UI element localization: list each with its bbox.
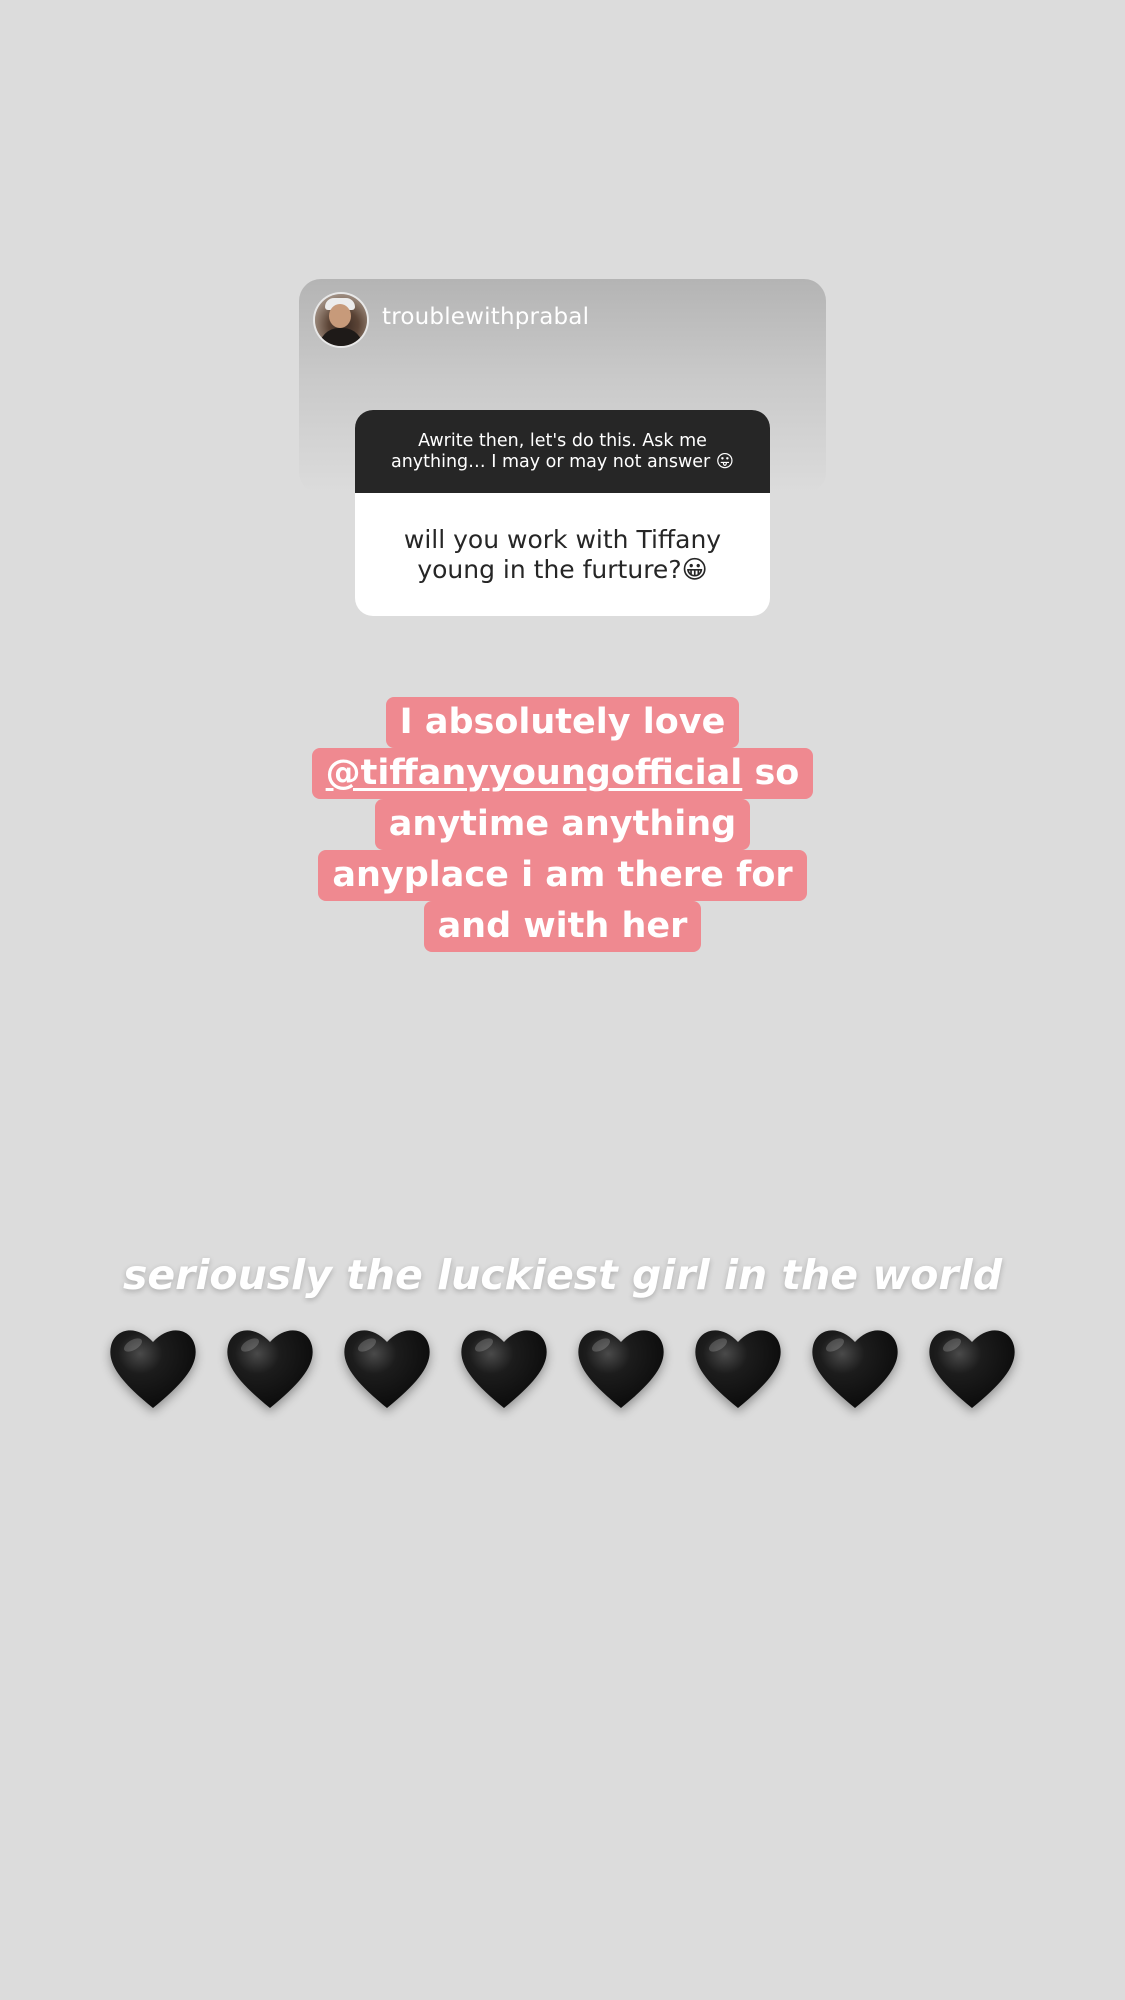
black-heart-icon	[103, 1318, 203, 1418]
reply-line-5: and with her	[0, 901, 1125, 952]
black-heart-icon	[805, 1318, 905, 1418]
reply-line-4-text: anyplace i am there for	[318, 850, 807, 901]
black-heart-icon	[922, 1318, 1022, 1418]
question-prompt: Awrite then, let's do this. Ask me anyth…	[355, 410, 770, 493]
avatar[interactable]	[315, 294, 367, 346]
black-heart-icon	[688, 1318, 788, 1418]
reply-line-1: I absolutely love	[0, 697, 1125, 748]
reply-line-2-text: so	[754, 753, 800, 793]
avatar-face	[329, 304, 351, 328]
question-answer: will you work with Tiffany young in the …	[403, 524, 722, 584]
reply-line-3-text: anytime anything	[374, 799, 751, 850]
reply-line-5-text: and with her	[423, 901, 702, 952]
mention-link[interactable]: @tiffanyyoungofficial	[326, 753, 743, 793]
reply-line-3: anytime anything	[0, 799, 1125, 850]
black-heart-icon	[571, 1318, 671, 1418]
hearts-row	[0, 1318, 1125, 1418]
caption: seriously the luckiest girl in the world	[122, 1251, 1003, 1299]
reply-text-block: I absolutely love @tiffanyyoungofficial …	[0, 697, 1125, 952]
reply-line-2-chip: @tiffanyyoungofficial so	[311, 748, 814, 799]
reply-line-2: @tiffanyyoungofficial so	[0, 748, 1125, 799]
black-heart-icon	[337, 1318, 437, 1418]
black-heart-icon	[454, 1318, 554, 1418]
question-sticker: Awrite then, let's do this. Ask me anyth…	[355, 410, 770, 616]
reply-line-1-text: I absolutely love	[385, 697, 740, 748]
black-heart-icon	[220, 1318, 320, 1418]
username[interactable]: troublewithprabal	[382, 304, 589, 330]
reply-line-4: anyplace i am there for	[0, 850, 1125, 901]
avatar-body	[319, 328, 363, 346]
